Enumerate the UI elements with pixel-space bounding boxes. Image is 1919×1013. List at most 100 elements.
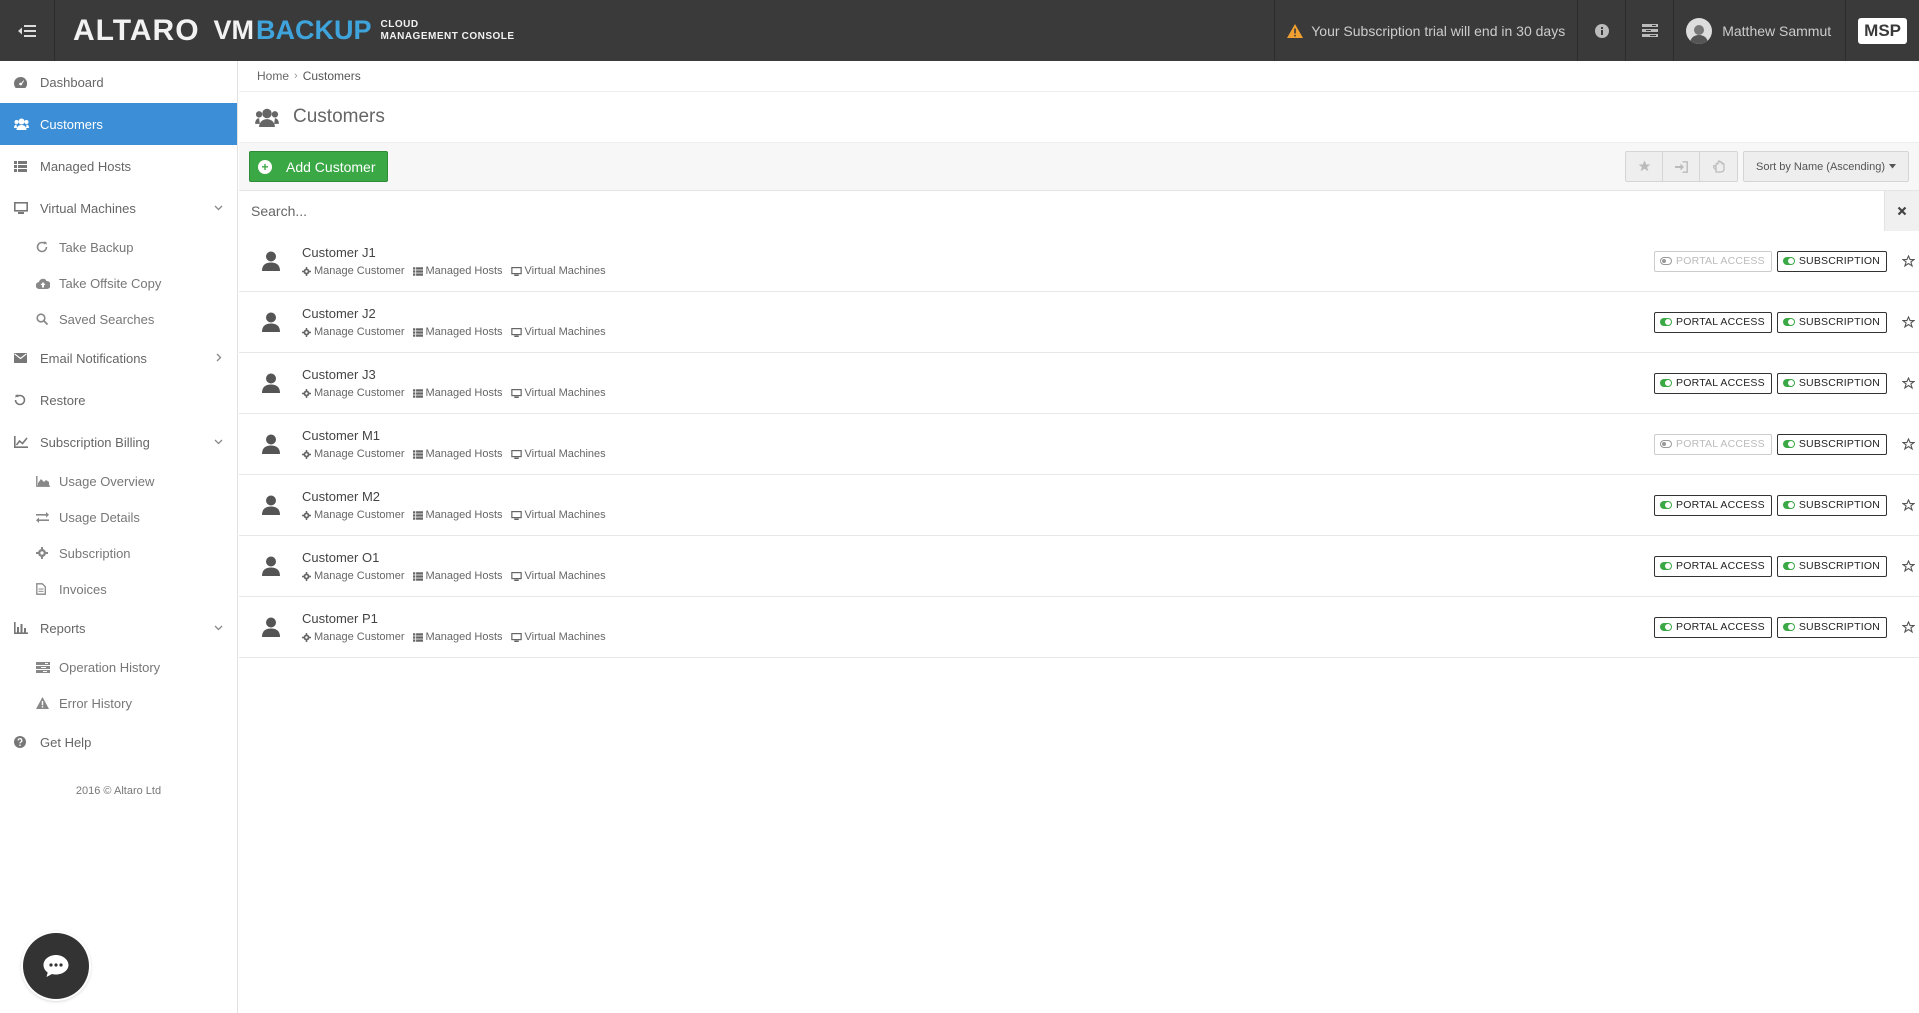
favorite-star-button[interactable] bbox=[1897, 254, 1919, 268]
virtual-machines-link[interactable]: Virtual Machines bbox=[510, 448, 606, 460]
virtual-machines-link[interactable]: Virtual Machines bbox=[510, 326, 606, 338]
virtual-machines-link[interactable]: Virtual Machines bbox=[510, 509, 606, 521]
manage-customer-link[interactable]: Manage Customer bbox=[302, 570, 405, 582]
sidebar-item-usage-overview[interactable]: Usage Overview bbox=[0, 463, 237, 499]
clear-search-button[interactable] bbox=[1884, 190, 1919, 231]
customer-name[interactable]: Customer J1 bbox=[302, 245, 606, 260]
favorite-star-button[interactable] bbox=[1897, 559, 1919, 573]
info-button[interactable] bbox=[1577, 0, 1625, 61]
user-menu[interactable]: Matthew Sammut bbox=[1673, 0, 1845, 61]
trial-notice[interactable]: Your Subscription trial will end in 30 d… bbox=[1274, 0, 1577, 61]
filter-portal-button[interactable] bbox=[1663, 152, 1700, 181]
managed-hosts-link[interactable]: Managed Hosts bbox=[412, 631, 503, 643]
sidebar-item-email-notifications[interactable]: Email Notifications bbox=[0, 337, 237, 379]
customer-row[interactable]: Customer J2 Manage Customer Managed Host… bbox=[239, 292, 1919, 353]
managed-hosts-link[interactable]: Managed Hosts bbox=[412, 448, 503, 460]
sidebar-item-take-offsite-copy[interactable]: Take Offsite Copy bbox=[0, 265, 237, 301]
customer-row[interactable]: Customer J3 Manage Customer Managed Host… bbox=[239, 353, 1919, 414]
logo-sub-line2: MANAGEMENT CONSOLE bbox=[380, 30, 515, 42]
sidebar-item-dashboard[interactable]: Dashboard bbox=[0, 61, 237, 103]
hand-icon bbox=[1712, 160, 1725, 173]
sidebar-item-error-history[interactable]: Error History bbox=[0, 685, 237, 721]
sidebar-item-customers[interactable]: Customers bbox=[0, 103, 237, 145]
managed-hosts-link[interactable]: Managed Hosts bbox=[412, 570, 503, 582]
customer-name[interactable]: Customer M2 bbox=[302, 489, 606, 504]
sort-dropdown[interactable]: Sort by Name (Ascending) bbox=[1743, 151, 1909, 182]
portal-access-label: PORTAL ACCESS bbox=[1676, 316, 1765, 328]
portal-access-badge[interactable]: PORTAL ACCESS bbox=[1654, 372, 1772, 394]
portal-access-badge[interactable]: PORTAL ACCESS bbox=[1654, 250, 1772, 272]
portal-access-badge[interactable]: PORTAL ACCESS bbox=[1654, 433, 1772, 455]
portal-access-badge[interactable]: PORTAL ACCESS bbox=[1654, 616, 1772, 638]
search-input[interactable] bbox=[239, 190, 1884, 231]
sidebar-item-take-backup[interactable]: Take Backup bbox=[0, 229, 237, 265]
manage-customer-link[interactable]: Manage Customer bbox=[302, 326, 405, 338]
managed-hosts-link[interactable]: Managed Hosts bbox=[412, 326, 503, 338]
subscription-badge[interactable]: SUBSCRIPTION bbox=[1776, 616, 1887, 638]
refresh-icon bbox=[36, 241, 59, 253]
managed-hosts-link[interactable]: Managed Hosts bbox=[412, 265, 503, 277]
portal-access-badge[interactable]: PORTAL ACCESS bbox=[1654, 494, 1772, 516]
customer-name[interactable]: Customer P1 bbox=[302, 611, 606, 626]
sidebar-item-subscription[interactable]: Subscription bbox=[0, 535, 237, 571]
sidebar-item-label: Take Offsite Copy bbox=[59, 275, 162, 291]
area-chart-icon bbox=[36, 475, 59, 487]
customer-name[interactable]: Customer J2 bbox=[302, 306, 606, 321]
subscription-badge[interactable]: SUBSCRIPTION bbox=[1776, 311, 1887, 333]
sidebar-item-virtual-machines[interactable]: Virtual Machines bbox=[0, 187, 237, 229]
manage-customer-link[interactable]: Manage Customer bbox=[302, 448, 405, 460]
tasks-button[interactable] bbox=[1625, 0, 1673, 61]
favorite-star-button[interactable] bbox=[1897, 620, 1919, 634]
subscription-badge[interactable]: SUBSCRIPTION bbox=[1776, 555, 1887, 577]
manage-customer-link[interactable]: Manage Customer bbox=[302, 387, 405, 399]
sidebar-item-reports[interactable]: Reports bbox=[0, 607, 237, 649]
subscription-badge[interactable]: SUBSCRIPTION bbox=[1776, 372, 1887, 394]
virtual-machines-link[interactable]: Virtual Machines bbox=[510, 387, 606, 399]
manage-customer-label: Manage Customer bbox=[314, 448, 405, 460]
chat-button[interactable] bbox=[23, 933, 89, 999]
customer-name[interactable]: Customer M1 bbox=[302, 428, 606, 443]
virtual-machines-link[interactable]: Virtual Machines bbox=[510, 265, 606, 277]
favorite-star-button[interactable] bbox=[1897, 376, 1919, 390]
menu-toggle-button[interactable] bbox=[0, 0, 55, 61]
virtual-machines-link[interactable]: Virtual Machines bbox=[510, 570, 606, 582]
favorite-star-button[interactable] bbox=[1897, 315, 1919, 329]
filter-favorites-button[interactable] bbox=[1626, 152, 1663, 181]
manage-customer-link[interactable]: Manage Customer bbox=[302, 631, 405, 643]
portal-access-badge[interactable]: PORTAL ACCESS bbox=[1654, 311, 1772, 333]
toggle-icon bbox=[1660, 379, 1673, 387]
portal-access-badge[interactable]: PORTAL ACCESS bbox=[1654, 555, 1772, 577]
sidebar-item-invoices[interactable]: Invoices bbox=[0, 571, 237, 607]
filter-hand-button[interactable] bbox=[1700, 152, 1737, 181]
manage-customer-link[interactable]: Manage Customer bbox=[302, 509, 405, 521]
sidebar-item-operation-history[interactable]: Operation History bbox=[0, 649, 237, 685]
breadcrumb-home[interactable]: Home bbox=[257, 69, 289, 83]
subscription-badge[interactable]: SUBSCRIPTION bbox=[1776, 494, 1887, 516]
sidebar-item-get-help[interactable]: Get Help bbox=[0, 721, 237, 763]
customer-row[interactable]: Customer P1 Manage Customer Managed Host… bbox=[239, 597, 1919, 658]
subscription-badge[interactable]: SUBSCRIPTION bbox=[1776, 250, 1887, 272]
sidebar-item-usage-details[interactable]: Usage Details bbox=[0, 499, 237, 535]
customer-row[interactable]: Customer J1 Manage Customer Managed Host… bbox=[239, 231, 1919, 292]
customer-row[interactable]: Customer M1 Manage Customer Managed Host… bbox=[239, 414, 1919, 475]
customer-row[interactable]: Customer M2 Manage Customer Managed Host… bbox=[239, 475, 1919, 536]
customer-name[interactable]: Customer J3 bbox=[302, 367, 606, 382]
add-customer-button[interactable]: + Add Customer bbox=[249, 151, 389, 182]
favorite-star-button[interactable] bbox=[1897, 498, 1919, 512]
sidebar-item-managed-hosts[interactable]: Managed Hosts bbox=[0, 145, 237, 187]
sidebar-item-subscription-billing[interactable]: Subscription Billing bbox=[0, 421, 237, 463]
favorite-star-button[interactable] bbox=[1897, 437, 1919, 451]
managed-hosts-label: Managed Hosts bbox=[425, 448, 503, 460]
msp-badge[interactable]: MSP bbox=[1845, 0, 1919, 61]
virtual-machines-link[interactable]: Virtual Machines bbox=[510, 631, 606, 643]
sidebar-item-saved-searches[interactable]: Saved Searches bbox=[0, 301, 237, 337]
managed-hosts-link[interactable]: Managed Hosts bbox=[412, 509, 503, 521]
customer-name[interactable]: Customer O1 bbox=[302, 550, 606, 565]
logo-backup: BACKUP bbox=[256, 15, 372, 45]
managed-hosts-link[interactable]: Managed Hosts bbox=[412, 387, 503, 399]
customer-row[interactable]: Customer O1 Manage Customer Managed Host… bbox=[239, 536, 1919, 597]
subscription-badge[interactable]: SUBSCRIPTION bbox=[1776, 433, 1887, 455]
sidebar-item-restore[interactable]: Restore bbox=[0, 379, 237, 421]
manage-customer-link[interactable]: Manage Customer bbox=[302, 265, 405, 277]
app-logo[interactable]: ALTARO VM BACKUP CLOUD MANAGEMENT CONSOL… bbox=[73, 0, 515, 61]
